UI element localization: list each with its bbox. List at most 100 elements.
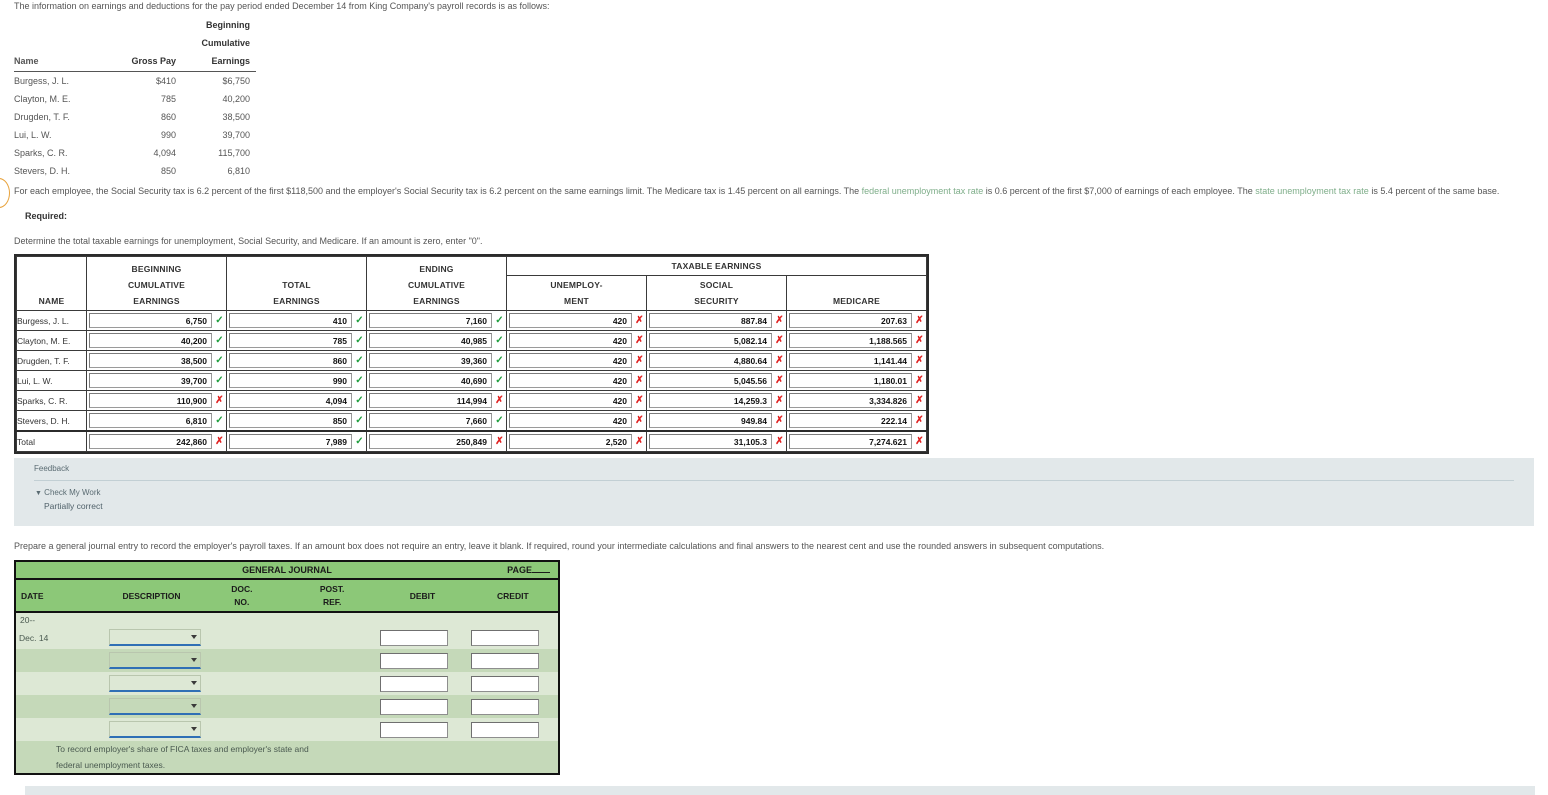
journal-header-doc-no: DOC. NO. <box>196 579 287 613</box>
credit-input[interactable] <box>470 721 539 738</box>
account-select[interactable] <box>109 675 202 692</box>
total-earnings-input[interactable] <box>229 393 352 408</box>
cross-icon: ✗ <box>915 374 924 386</box>
grid-header-begin-3: EARNINGS <box>133 296 180 306</box>
cross-icon: ✗ <box>495 394 504 406</box>
ending-cumulative-input[interactable] <box>369 313 492 328</box>
account-select[interactable] <box>109 652 202 669</box>
check-icon: ✓ <box>215 354 224 366</box>
debit-input[interactable] <box>380 675 449 692</box>
journal-post-ref-cell <box>286 626 378 649</box>
total-medicare-input[interactable] <box>789 434 912 449</box>
medicare-input[interactable] <box>789 333 912 348</box>
ending-cumulative-input[interactable] <box>369 373 492 388</box>
cross-icon: ✗ <box>635 414 644 426</box>
table-row: Clayton, M. E. 785 40,200 <box>14 90 256 108</box>
journal-debit-cell <box>377 718 468 741</box>
grid-row-name: Burgess, J. L. <box>16 310 87 331</box>
cross-icon: ✗ <box>495 435 504 447</box>
journal-entry-row <box>16 695 558 718</box>
employee-beginning-earnings: 6,810 <box>227 166 250 176</box>
ending-cumulative-input[interactable] <box>369 353 492 368</box>
journal-entry-row <box>16 649 558 672</box>
begin-cumulative-input[interactable] <box>89 373 212 388</box>
grid-header-medicare: MEDICARE <box>833 296 880 306</box>
ending-cumulative-input[interactable] <box>369 413 492 428</box>
credit-input[interactable] <box>470 652 539 669</box>
medicare-input[interactable] <box>789 373 912 388</box>
table-row: Drugden, T. F. 860 38,500 <box>14 108 256 126</box>
journal-doc-no-cell <box>196 626 287 649</box>
social-security-input[interactable] <box>649 313 772 328</box>
medicare-input[interactable] <box>789 313 912 328</box>
unemployment-input[interactable] <box>509 353 632 368</box>
check-my-work-toggle[interactable]: ▼ Check My Work <box>35 488 100 497</box>
table-row: Clayton, M. E. ✓ ✓ ✓ ✗ ✗ ✗ <box>16 330 927 351</box>
social-security-input[interactable] <box>649 393 772 408</box>
begin-cumulative-input[interactable] <box>89 413 212 428</box>
total-unemployment-input[interactable] <box>509 434 632 449</box>
debit-input[interactable] <box>380 629 449 646</box>
employee-beginning-earnings: 38,500 <box>222 112 250 122</box>
employee-gross-pay: $410 <box>155 76 176 86</box>
journal-doc-no-cell <box>196 718 287 741</box>
unemployment-input[interactable] <box>509 333 632 348</box>
ending-cumulative-input[interactable] <box>369 333 492 348</box>
grid-row-name: Sparks, C. R. <box>16 390 87 411</box>
page-value[interactable] <box>532 572 550 573</box>
cross-icon: ✗ <box>635 334 644 346</box>
medicare-input[interactable] <box>789 393 912 408</box>
grid-header-unemp-2: MENT <box>564 296 589 306</box>
ending-cumulative-input[interactable] <box>369 393 492 408</box>
total-earnings-input[interactable] <box>229 413 352 428</box>
total-total-earnings-input[interactable] <box>229 434 352 449</box>
journal-memo-line-1: To record employer's share of FICA taxes… <box>16 741 558 757</box>
debit-input[interactable] <box>380 721 449 738</box>
begin-cumulative-input[interactable] <box>89 393 212 408</box>
total-earnings-input[interactable] <box>229 313 352 328</box>
begin-cumulative-input[interactable] <box>89 313 212 328</box>
social-security-input[interactable] <box>649 353 772 368</box>
total-earnings-input[interactable] <box>229 373 352 388</box>
begin-cumulative-input[interactable] <box>89 353 212 368</box>
total-ending-cumulative-input[interactable] <box>369 434 492 449</box>
debit-input[interactable] <box>380 698 449 715</box>
table-row: Drugden, T. F. ✓ ✓ ✓ ✗ ✗ ✗ <box>16 350 927 371</box>
credit-input[interactable] <box>470 698 539 715</box>
federal-unemployment-tax-rate-link[interactable]: federal unemployment tax rate <box>862 186 984 196</box>
account-select[interactable] <box>109 629 202 646</box>
social-security-input[interactable] <box>649 413 772 428</box>
state-unemployment-tax-rate-link[interactable]: state unemployment tax rate <box>1255 186 1369 196</box>
medicare-input[interactable] <box>789 413 912 428</box>
begin-cumulative-input[interactable] <box>89 333 212 348</box>
journal-date <box>16 695 107 718</box>
social-security-input[interactable] <box>649 333 772 348</box>
post-ref-line1: POST. <box>319 583 345 594</box>
account-select[interactable] <box>109 721 202 738</box>
grid-row-name: Total <box>16 430 87 452</box>
social-security-input[interactable] <box>649 373 772 388</box>
credit-input[interactable] <box>470 629 539 646</box>
total-begin-cumulative-input[interactable] <box>89 434 212 449</box>
check-icon: ✓ <box>355 314 364 326</box>
unemployment-input[interactable] <box>509 393 632 408</box>
check-icon: ✓ <box>495 354 504 366</box>
check-icon: ✓ <box>495 414 504 426</box>
journal-post-ref-cell <box>286 672 378 695</box>
employee-name: Drugden, T. F. <box>14 112 70 122</box>
total-earnings-input[interactable] <box>229 353 352 368</box>
unemployment-input[interactable] <box>509 413 632 428</box>
total-earnings-input[interactable] <box>229 333 352 348</box>
total-social-security-input[interactable] <box>649 434 772 449</box>
journal-memo-row: To record employer's share of FICA taxes… <box>16 741 558 757</box>
page-label: PAGE <box>507 565 532 575</box>
doc-no-line1: DOC. <box>231 583 253 594</box>
debit-input[interactable] <box>380 652 449 669</box>
employee-beginning-earnings: $6,750 <box>222 76 250 86</box>
unemployment-input[interactable] <box>509 313 632 328</box>
account-select[interactable] <box>109 698 202 715</box>
grid-row-name: Stevers, D. H. <box>16 410 87 432</box>
credit-input[interactable] <box>470 675 539 692</box>
medicare-input[interactable] <box>789 353 912 368</box>
unemployment-input[interactable] <box>509 373 632 388</box>
